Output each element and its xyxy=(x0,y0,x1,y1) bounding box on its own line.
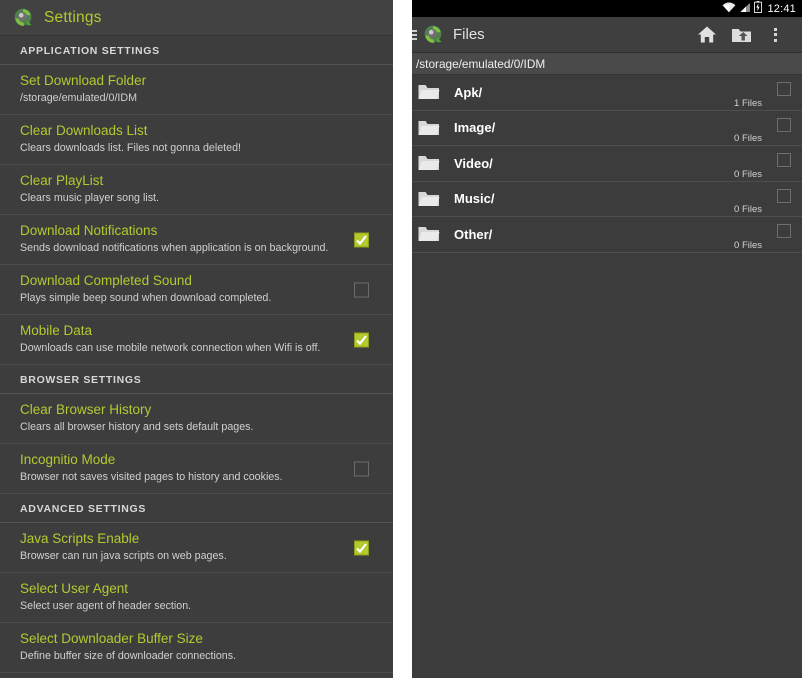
setting-checkbox-incognitio-mode[interactable] xyxy=(354,461,369,476)
setting-checkbox-download-notifications[interactable] xyxy=(354,232,369,247)
files-screen: 12:41 Files /storage/emulated/0/IDM Apk/… xyxy=(412,0,802,678)
setting-row-clear-browser-history[interactable]: Clear Browser History Clears all browser… xyxy=(0,394,393,444)
file-checkbox-image[interactable] xyxy=(777,117,791,132)
file-row-video[interactable]: Video/ 0 Files xyxy=(412,146,802,182)
status-bar: 12:41 xyxy=(412,0,802,17)
settings-list[interactable]: APPLICATION SETTINGS Set Download Folder… xyxy=(0,36,393,678)
setting-title: Incognitio Mode xyxy=(20,452,116,467)
setting-row-multi-part-download[interactable]: Multi Part Download Select part count of… xyxy=(0,673,393,678)
section-header-application: APPLICATION SETTINGS xyxy=(0,36,393,65)
setting-subtitle: Sends download notifications when applic… xyxy=(20,242,329,254)
file-row-image[interactable]: Image/ 0 Files xyxy=(412,110,802,146)
setting-subtitle: Plays simple beep sound when download co… xyxy=(20,292,272,304)
setting-row-incognitio-mode[interactable]: Incognitio Mode Browser not saves visite… xyxy=(0,444,393,494)
setting-subtitle: /storage/emulated/0/IDM xyxy=(20,92,138,104)
folder-icon xyxy=(418,119,440,137)
setting-subtitle: Clears all browser history and sets defa… xyxy=(20,421,254,433)
file-row-other[interactable]: Other/ 0 Files xyxy=(412,217,802,253)
path-bar: /storage/emulated/0/IDM xyxy=(412,53,802,75)
file-checkbox-music[interactable] xyxy=(777,188,791,203)
file-count: 0 Files xyxy=(734,168,762,180)
file-count: 0 Files xyxy=(734,133,762,144)
file-row-music[interactable]: Music/ 0 Files xyxy=(412,181,802,217)
setting-subtitle: Clears music player song list. xyxy=(20,192,159,204)
settings-titlebar: Settings xyxy=(0,0,393,36)
signal-icon xyxy=(739,0,751,18)
idm-logo-icon xyxy=(422,24,444,46)
folder-icon xyxy=(418,83,440,101)
setting-checkbox-java-scripts-enable[interactable] xyxy=(354,540,369,555)
folder-icon xyxy=(418,154,440,172)
settings-screen: Settings APPLICATION SETTINGS Set Downlo… xyxy=(0,0,393,678)
setting-title: Download Completed Sound xyxy=(20,273,192,288)
setting-title: Java Scripts Enable xyxy=(20,531,140,546)
folder-up-icon[interactable] xyxy=(724,18,758,52)
section-header-browser: BROWSER SETTINGS xyxy=(0,365,393,394)
setting-subtitle: Downloads can use mobile network connect… xyxy=(20,342,321,354)
file-count: 0 Files xyxy=(734,204,762,215)
file-checkbox-video[interactable] xyxy=(777,153,791,167)
setting-row-set-download-folder[interactable]: Set Download Folder /storage/emulated/0/… xyxy=(0,65,393,115)
setting-row-download-completed-sound[interactable]: Download Completed Sound Plays simple be… xyxy=(0,265,393,315)
settings-title: Settings xyxy=(44,8,102,26)
overflow-menu-icon[interactable] xyxy=(758,18,792,52)
setting-row-clear-downloads-list[interactable]: Clear Downloads List Clears downloads li… xyxy=(0,115,393,165)
files-toolbar: Files xyxy=(412,17,802,53)
status-clock: 12:41 xyxy=(767,2,796,15)
setting-title: Clear Downloads List xyxy=(20,123,148,138)
setting-row-select-user-agent[interactable]: Select User Agent Select user agent of h… xyxy=(0,573,393,623)
setting-title: Mobile Data xyxy=(20,323,93,338)
setting-row-java-scripts-enable[interactable]: Java Scripts Enable Browser can run java… xyxy=(0,523,393,573)
file-checkbox-other[interactable] xyxy=(777,224,791,238)
setting-row-select-downloader-buffer-size[interactable]: Select Downloader Buffer Size Define buf… xyxy=(0,623,393,673)
folder-icon xyxy=(418,225,440,243)
setting-subtitle: Clears downloads list. Files not gonna d… xyxy=(20,142,242,154)
file-count: 0 Files xyxy=(734,239,762,251)
setting-subtitle: Select user agent of header section. xyxy=(20,600,192,612)
screenshot-root: Settings APPLICATION SETTINGS Set Downlo… xyxy=(0,0,802,678)
setting-subtitle: Define buffer size of downloader connect… xyxy=(20,650,237,662)
setting-checkbox-download-completed-sound[interactable] xyxy=(354,282,369,297)
setting-title: Clear Browser History xyxy=(20,402,152,417)
wifi-icon xyxy=(722,0,736,18)
setting-title: Clear PlayList xyxy=(20,173,104,188)
setting-subtitle: Browser not saves visited pages to histo… xyxy=(20,471,283,483)
setting-subtitle: Browser can run java scripts on web page… xyxy=(20,550,227,562)
file-list: Apk/ 1 Files Image/ 0 Files Video/ 0 Fil… xyxy=(412,75,802,253)
section-header-advanced: ADVANCED SETTINGS xyxy=(0,494,393,523)
idm-logo-icon xyxy=(12,7,34,29)
home-icon[interactable] xyxy=(690,18,724,52)
file-count: 1 Files xyxy=(734,97,762,109)
setting-title: Download Notifications xyxy=(20,223,158,238)
files-title: Files xyxy=(453,26,485,43)
setting-row-download-notifications[interactable]: Download Notifications Sends download no… xyxy=(0,215,393,265)
setting-checkbox-mobile-data[interactable] xyxy=(354,332,369,347)
setting-title: Select User Agent xyxy=(20,581,129,596)
file-row-apk[interactable]: Apk/ 1 Files xyxy=(412,75,802,111)
setting-title: Select Downloader Buffer Size xyxy=(20,631,203,646)
setting-title: Set Download Folder xyxy=(20,73,147,88)
file-checkbox-apk[interactable] xyxy=(777,82,791,96)
battery-icon xyxy=(754,0,763,18)
setting-row-mobile-data[interactable]: Mobile Data Downloads can use mobile net… xyxy=(0,315,393,365)
hamburger-icon[interactable] xyxy=(412,29,419,40)
setting-row-clear-playlist[interactable]: Clear PlayList Clears music player song … xyxy=(0,165,393,215)
folder-icon xyxy=(418,190,440,208)
